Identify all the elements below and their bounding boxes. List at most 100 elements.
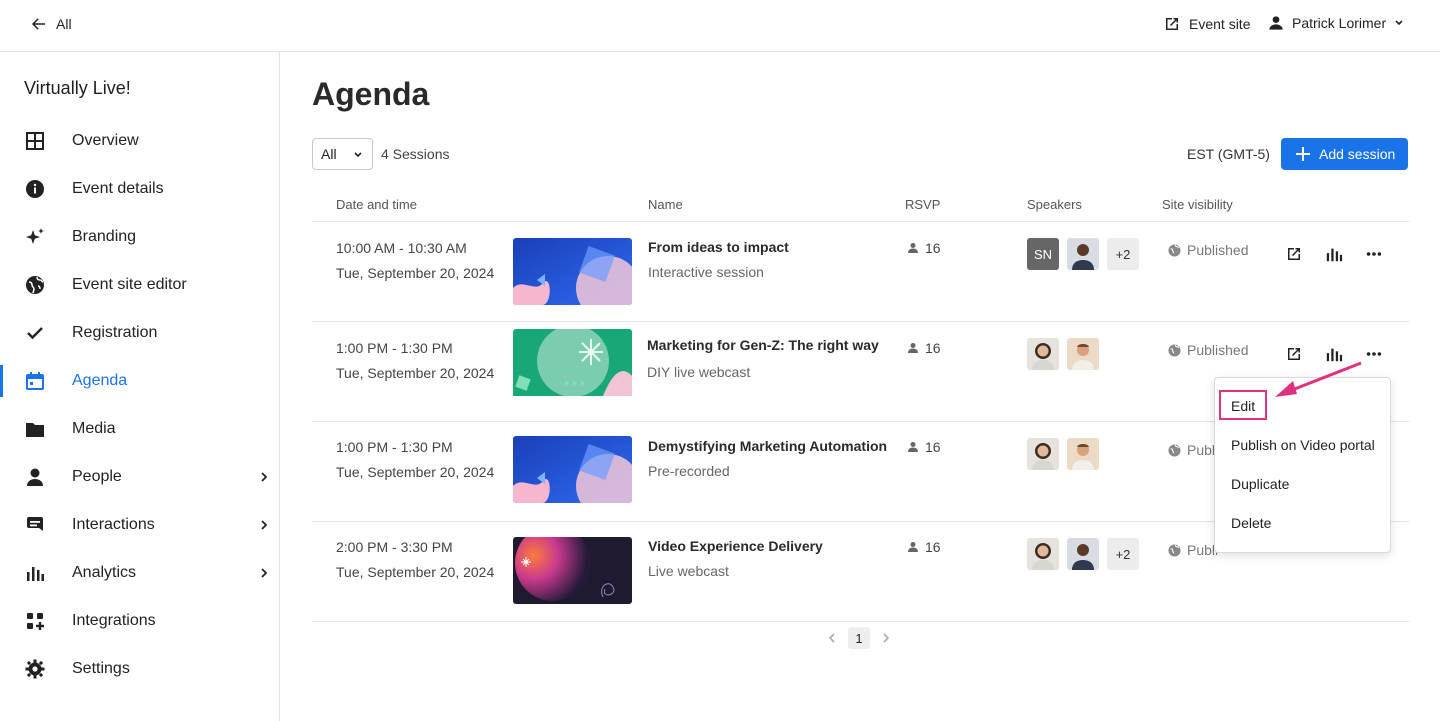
sidebar-item-event-site-editor[interactable]: Event site editor	[0, 261, 279, 309]
speaker-avatar[interactable]	[1067, 538, 1099, 570]
speaker-avatar[interactable]	[1067, 438, 1099, 470]
session-date: Tue, September 20, 2024	[336, 365, 495, 381]
sidebar-item-label: Registration	[72, 324, 158, 341]
info-icon	[24, 179, 46, 199]
menu-item-delete[interactable]: Delete	[1231, 515, 1271, 531]
sidebar-item-media[interactable]: Media	[0, 405, 279, 453]
menu-item-publish-video-portal[interactable]: Publish on Video portal	[1231, 437, 1375, 453]
menu-item-duplicate[interactable]: Duplicate	[1231, 476, 1289, 492]
analytics-icon[interactable]	[1324, 244, 1344, 264]
session-date: Tue, September 20, 2024	[336, 564, 495, 580]
event-site-link[interactable]: Event site	[1163, 15, 1250, 33]
session-name[interactable]: Video Experience Delivery	[648, 538, 823, 554]
sidebar-item-label: Settings	[72, 660, 130, 677]
column-header-speakers: Speakers	[1027, 197, 1082, 212]
person-icon	[908, 542, 918, 552]
sidebar-item-branding[interactable]: Branding	[0, 213, 279, 261]
sidebar-item-agenda[interactable]: Agenda	[0, 357, 279, 405]
sidebar: Virtually Live! Overview Event details B…	[0, 52, 280, 721]
rsvp-value: 16	[925, 439, 941, 455]
add-session-button[interactable]: Add session	[1281, 138, 1408, 170]
sidebar-item-label: Integrations	[72, 612, 156, 629]
row-actions	[1284, 244, 1384, 264]
page-title: Agenda	[312, 76, 430, 112]
session-thumbnail[interactable]	[513, 329, 632, 398]
session-name[interactable]: Demystifying Marketing Automation	[648, 438, 887, 454]
chat-icon	[24, 515, 46, 535]
column-header-name: Name	[648, 197, 683, 212]
session-time: 1:00 PM - 1:30 PM	[336, 340, 453, 356]
sidebar-item-registration[interactable]: Registration	[0, 309, 279, 357]
gear-icon	[24, 659, 46, 679]
sidebar-item-label: Event details	[72, 180, 164, 197]
person-icon	[908, 243, 918, 253]
session-date: Tue, September 20, 2024	[336, 265, 495, 281]
page-number[interactable]: 1	[848, 627, 870, 649]
session-filter-select[interactable]: All	[312, 138, 373, 170]
plus-icon	[1296, 147, 1310, 161]
chevron-left-icon[interactable]	[826, 632, 838, 644]
session-name[interactable]: From ideas to impact	[648, 239, 789, 255]
sidebar-item-event-details[interactable]: Event details	[0, 165, 279, 213]
session-type: Interactive session	[648, 264, 764, 280]
sidebar-item-interactions[interactable]: Interactions	[0, 501, 279, 549]
sidebar-item-integrations[interactable]: Integrations	[0, 597, 279, 645]
app-title: Virtually Live!	[24, 78, 131, 98]
sidebar-item-settings[interactable]: Settings	[0, 645, 279, 693]
chevron-down-icon	[354, 152, 362, 158]
sidebar-item-label: Media	[72, 420, 116, 437]
session-type: Live webcast	[648, 563, 729, 579]
sidebar-item-label: Interactions	[72, 516, 155, 533]
chevron-right-icon[interactable]	[880, 632, 892, 644]
speakers-list: SN +2	[1027, 238, 1139, 270]
session-type: DIY live webcast	[647, 364, 751, 380]
site-visibility: Publi	[1168, 542, 1218, 558]
event-site-label: Event site	[1189, 16, 1251, 32]
more-options-icon[interactable]	[1364, 244, 1384, 264]
add-session-label: Add session	[1319, 146, 1396, 162]
globe-icon	[24, 275, 46, 295]
site-visibility: Published	[1168, 242, 1249, 258]
rsvp-value: 16	[925, 340, 941, 356]
back-link[interactable]: All	[30, 15, 72, 33]
timezone-label[interactable]: EST (GMT-5)	[1187, 146, 1270, 162]
open-external-icon[interactable]	[1284, 244, 1304, 264]
session-thumbnail[interactable]	[513, 436, 632, 503]
integrations-icon	[24, 611, 46, 631]
user-menu[interactable]: Patrick Lorimer	[1268, 15, 1404, 31]
speaker-avatar[interactable]	[1027, 538, 1059, 570]
column-header-date: Date and time	[336, 197, 417, 212]
rsvp-count: 16	[907, 439, 941, 455]
sidebar-item-overview[interactable]: Overview	[0, 117, 279, 165]
chevron-right-icon	[261, 472, 268, 482]
person-icon	[1269, 16, 1283, 30]
sidebar-item-label: Analytics	[72, 564, 137, 581]
check-icon	[24, 323, 46, 343]
visibility-status: Published	[1187, 342, 1249, 358]
visibility-status: Published	[1187, 242, 1249, 258]
sidebar-item-analytics[interactable]: Analytics	[0, 549, 279, 597]
back-label: All	[56, 16, 72, 32]
site-visibility: Published	[1168, 342, 1249, 358]
globe-icon	[1168, 543, 1181, 557]
session-thumbnail[interactable]	[513, 238, 632, 305]
more-speakers-badge[interactable]: +2	[1107, 538, 1139, 570]
session-type: Pre-recorded	[648, 463, 730, 479]
sidebar-item-label: Agenda	[72, 372, 128, 389]
session-name[interactable]: Marketing for Gen-Z: The right way	[647, 337, 879, 353]
session-thumbnail[interactable]	[513, 537, 632, 604]
speaker-avatar[interactable]	[1067, 238, 1099, 270]
speaker-avatar[interactable]	[1027, 438, 1059, 470]
sidebar-item-people[interactable]: People	[0, 453, 279, 501]
speakers-list	[1027, 338, 1099, 370]
external-link-icon	[1166, 18, 1178, 30]
chevron-right-icon	[261, 568, 268, 578]
sidebar-item-label: People	[72, 468, 122, 485]
speaker-avatar[interactable]	[1067, 338, 1099, 370]
more-speakers-badge[interactable]: +2	[1107, 238, 1139, 270]
speaker-avatar[interactable]	[1027, 338, 1059, 370]
speaker-avatar[interactable]: SN	[1027, 238, 1059, 270]
folder-icon	[24, 419, 46, 439]
table-row[interactable]: 10:00 AM - 10:30 AM Tue, September 20, 2…	[312, 222, 1409, 322]
person-icon	[24, 467, 46, 487]
